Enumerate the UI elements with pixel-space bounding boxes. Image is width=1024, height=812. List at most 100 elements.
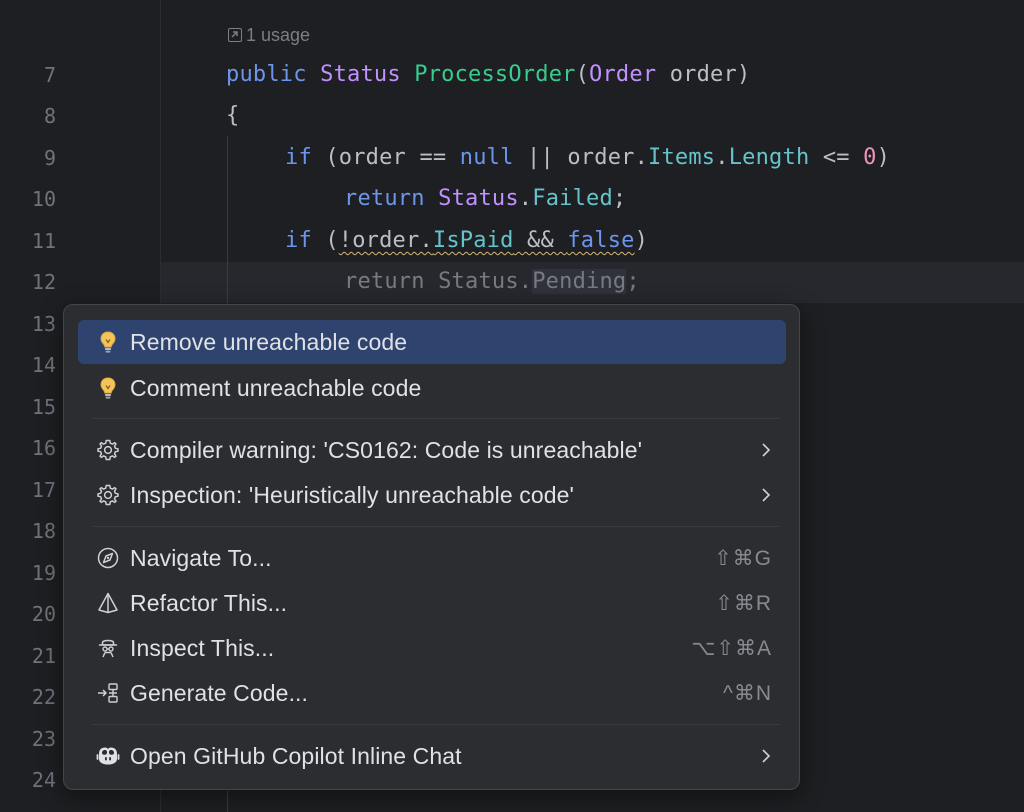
keyword: null [459,145,514,170]
chevron-right-icon [756,485,776,505]
line-number: 14 [31,353,56,377]
chevron-right-icon [756,440,776,460]
line-number: 18 [31,519,56,543]
code-text: && [513,228,568,253]
menu-item-shortcut: ^⌘N [722,681,772,705]
menu-separator [92,418,780,419]
type-name: Status [438,186,519,211]
number-literal: 0 [863,145,877,170]
menu-item-comment-unreachable-code[interactable]: Comment unreachable code [78,366,786,410]
code-line-10: return Status.Failed; [344,185,626,213]
warning-squiggle[interactable]: !order.IsPaid && false [339,228,635,253]
line-number: 17 [31,478,56,502]
menu-item-compiler-warning[interactable]: Compiler warning: 'CS0162: Code is unrea… [78,428,786,472]
menu-item-shortcut: ⌥⇧⌘A [691,636,772,660]
line-number: 10 [31,187,56,211]
code-punct: . [518,186,533,211]
menu-item-inspection[interactable]: Inspection: 'Heuristically unreachable c… [78,473,786,517]
code-line-9: if (order == null || order.Items.Length … [285,144,890,172]
keyword: public [226,62,307,87]
menu-item-navigate-to[interactable]: Navigate To... ⇧⌘G [78,536,786,580]
line-number: 24 [31,768,56,792]
code-punct: ) [634,228,649,253]
line-number: 12 [31,270,56,294]
generate-icon [94,679,122,707]
line-number: 21 [31,644,56,668]
code-punct: ; [626,269,640,294]
property-name: Failed [532,186,613,211]
line-number: 7 [43,63,56,87]
property-name: Length [728,145,810,170]
menu-item-generate-code[interactable]: Generate Code... ^⌘N [78,671,786,715]
code-punct: ) [736,62,751,87]
menu-item-shortcut: ⇧⌘R [715,591,772,615]
line-number: 8 [43,104,56,128]
keyword: if [285,145,312,170]
menu-item-label: Open GitHub Copilot Inline Chat [130,742,462,769]
menu-item-label: Inspect This... [130,634,275,661]
usage-count: 1 usage [246,24,311,45]
line-number: 20 [31,602,56,626]
chevron-right-icon [756,746,776,766]
menu-item-label: Generate Code... [130,679,309,706]
menu-item-label: Compiler warning: 'CS0162: Code is unrea… [130,436,643,463]
keyword: false [567,228,635,253]
code-line-11: if (!order.IsPaid && false) [285,227,648,255]
type-name: Status [320,62,401,87]
code-line-7: public Status ProcessOrder(Order order) [226,61,750,89]
code-line-12: return Status.Pending; [344,268,640,296]
line-number: 11 [31,229,56,253]
intention-actions-popup: Remove unreachable code Comment unreacha… [63,304,800,790]
code-text: (order == [311,145,460,170]
lightbulb-icon [94,374,122,402]
menu-item-refactor-this[interactable]: Refactor This... ⇧⌘R [78,581,786,625]
keyword: return [344,186,425,211]
method-name: ProcessOrder [414,62,576,87]
line-number: 16 [31,436,56,460]
menu-separator [92,526,780,527]
code-punct: ; [612,186,627,211]
line-number: 13 [31,312,56,336]
prism-icon [94,589,122,617]
code-text: <= [809,145,864,170]
menu-item-label: Inspection: 'Heuristically unreachable c… [130,481,575,508]
code-text: ( [311,228,339,253]
line-number: 19 [31,561,56,585]
usage-hint[interactable]: 1 usage [228,24,310,46]
gear-icon [94,481,122,509]
menu-separator [92,724,780,725]
code-text: !order. [338,228,433,253]
menu-item-label: Remove unreachable code [130,328,408,355]
menu-item-shortcut: ⇧⌘G [714,546,772,570]
external-link-icon [228,28,242,42]
property-name: IsPaid [432,228,514,253]
property-name: Items [648,145,716,170]
keyword: if [285,228,312,253]
line-number: 9 [43,146,56,170]
unreachable-code: return Status. [344,269,533,294]
type-name: Order [589,62,657,87]
menu-item-inspect-this[interactable]: Inspect This... ⌥⇧⌘A [78,626,786,670]
menu-item-label: Navigate To... [130,544,272,571]
code-text: || order. [513,145,649,170]
code-punct: . [715,145,729,170]
code-punct: { [226,103,240,128]
code-line-8: { [226,102,239,130]
menu-item-remove-unreachable-code[interactable]: Remove unreachable code [78,320,786,364]
inspector-icon [94,634,122,662]
menu-item-open-copilot-inline-chat[interactable]: Open GitHub Copilot Inline Chat [78,734,786,778]
selected-word[interactable]: Pending [532,269,627,294]
menu-item-label: Comment unreachable code [130,374,422,401]
code-punct: ) [876,145,891,170]
menu-item-label: Refactor This... [130,589,288,616]
line-number: 15 [31,395,56,419]
parameter: order [656,62,737,87]
lightbulb-icon [94,328,122,356]
line-number: 22 [31,685,56,709]
code-punct: ( [575,62,590,87]
gear-icon [94,436,122,464]
line-number: 23 [31,727,56,751]
copilot-icon [94,742,122,770]
compass-icon [94,544,122,572]
